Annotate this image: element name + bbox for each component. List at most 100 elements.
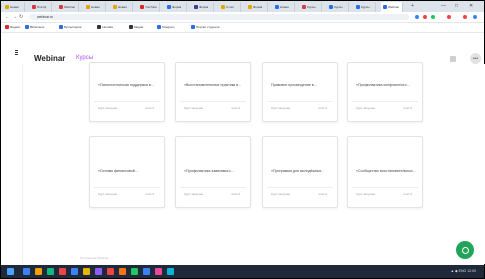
- browser-tab[interactable]: Новая: [84, 2, 106, 12]
- tab-label: Webinar: [388, 5, 400, 9]
- taskbar-app-icon[interactable]: [35, 268, 42, 275]
- tab-favicon-icon: [140, 5, 144, 9]
- course-status: Курс запущен: [184, 192, 204, 196]
- tab-label: Новая: [91, 5, 100, 9]
- card-divider: [94, 187, 160, 188]
- browser-tab[interactable]: Webinar: [381, 2, 403, 12]
- bookmark-item[interactable]: Яндекс: [5, 25, 20, 29]
- tab-label: Новая: [10, 5, 19, 9]
- browser-tab[interactable]: Форма: [192, 2, 214, 12]
- new-tab-button[interactable]: +: [411, 3, 414, 9]
- browser-tab[interactable]: Новая: [273, 2, 295, 12]
- taskbar-app-icon[interactable]: [155, 268, 162, 275]
- browser-tab[interactable]: Форма: [246, 2, 268, 12]
- course-stage: этап 2: [145, 106, 154, 110]
- course-card[interactable]: «Сообщество восстановительных... Курс зап…: [347, 136, 423, 208]
- extension-icon[interactable]: [415, 15, 419, 19]
- course-card[interactable]: «Восстановительные практики в... Курс зап…: [175, 62, 251, 122]
- browser-tab[interactable]: Платф: [30, 2, 52, 12]
- taskbar-app-icon[interactable]: [107, 268, 114, 275]
- bookmark-item[interactable]: ВКонтакте: [25, 25, 44, 29]
- apps-icon[interactable]: [450, 56, 456, 62]
- start-icon[interactable]: [7, 268, 14, 275]
- close-button[interactable]: ✕: [469, 3, 473, 9]
- course-card[interactable]: «Профилактика зависимого... Курс запущен э…: [175, 136, 251, 208]
- bookmark-icon: [97, 25, 101, 29]
- forward-icon[interactable]: →: [12, 14, 17, 20]
- card-divider: [267, 101, 333, 102]
- course-status: Курс запущен: [356, 106, 376, 110]
- course-status: Курс запущен: [271, 106, 291, 110]
- tab-label: Отчёт: [226, 5, 235, 9]
- nav-link-courses[interactable]: Курсы: [76, 55, 93, 61]
- minimize-button[interactable]: —: [441, 3, 446, 9]
- course-card[interactable]: «Программа для молодёжных... Курс запущен…: [262, 136, 338, 208]
- bookmark-label: Бухгалтерия: [64, 25, 82, 29]
- browser-tab-strip: Новая Платф Webinar Новая Новая YouTube Форма Ф…: [1, 1, 484, 12]
- course-card[interactable]: «Основы финансовой... Курс запущен этап 2: [89, 136, 165, 208]
- tab-favicon-icon: [194, 5, 198, 9]
- tab-favicon-icon: [113, 5, 117, 9]
- browser-tab[interactable]: Курсы: [354, 2, 376, 12]
- taskbar-app-icon[interactable]: [119, 268, 126, 275]
- taskbar-app-icon[interactable]: [143, 268, 150, 275]
- app-title: Webinar: [34, 54, 66, 63]
- bookmark-item[interactable]: Портал студента: [191, 25, 219, 29]
- tab-label: Платф: [37, 5, 47, 9]
- chat-icon: [461, 246, 469, 254]
- taskbar-app-icon[interactable]: [131, 268, 138, 275]
- profile-icon[interactable]: [473, 15, 477, 19]
- taskbar-app-icon[interactable]: [167, 268, 174, 275]
- browser-tab[interactable]: Отчёт: [219, 2, 241, 12]
- back-icon[interactable]: ←: [5, 14, 10, 20]
- tab-favicon-icon: [5, 5, 9, 9]
- course-title: «Программа для молодёжных...: [271, 169, 325, 173]
- course-stage: этап 2: [231, 106, 240, 110]
- taskbar-app-icon[interactable]: [95, 268, 102, 275]
- tab-favicon-icon: [248, 5, 252, 9]
- taskbar: ▲ ◆ ENG 12:00: [1, 265, 484, 278]
- browser-tab[interactable]: Курсы: [300, 2, 322, 12]
- course-stage: этап 2: [231, 192, 240, 196]
- maximize-button[interactable]: □: [455, 3, 458, 9]
- card-divider: [94, 101, 160, 102]
- avatar[interactable]: •••: [470, 53, 481, 64]
- reload-icon[interactable]: ↻: [19, 14, 23, 20]
- browser-tab[interactable]: Новая: [3, 2, 25, 12]
- bookmark-label: Портал студента: [196, 25, 220, 29]
- bookmark-item[interactable]: Lamoda: [97, 25, 113, 29]
- extension-icon[interactable]: [431, 15, 435, 19]
- chat-button[interactable]: [456, 241, 474, 259]
- bookmarks-bar: Яндекс ВКонтакте Бухгалтерия Lamoda Медиа Tel…: [1, 23, 484, 33]
- tab-favicon-icon: [302, 5, 306, 9]
- taskbar-app-icon[interactable]: [23, 268, 30, 275]
- taskbar-app-icon[interactable]: [71, 268, 78, 275]
- taskbar-app-icon[interactable]: [47, 268, 54, 275]
- browser-tab[interactable]: YouTube: [138, 2, 160, 12]
- bookmark-label: Яндекс: [10, 25, 21, 29]
- extension-icon[interactable]: [447, 15, 451, 19]
- card-divider: [180, 101, 246, 102]
- bookmark-item[interactable]: Telegram: [157, 25, 174, 29]
- taskbar-app-icon[interactable]: [59, 268, 66, 275]
- browser-tab[interactable]: Webinar: [57, 2, 79, 12]
- extension-icon[interactable]: [463, 15, 467, 19]
- address-input[interactable]: webinar.ru: [29, 14, 409, 20]
- card-divider: [180, 187, 246, 188]
- course-card[interactable]: «Психологическая поддержка в... Курс запу…: [89, 62, 165, 122]
- menu-icon[interactable]: [15, 50, 18, 55]
- course-status: Курс запущен: [271, 192, 291, 196]
- extension-icon[interactable]: [423, 15, 427, 19]
- bookmark-item[interactable]: Бухгалтерия: [59, 25, 81, 29]
- tab-favicon-icon: [221, 5, 225, 9]
- card-divider: [267, 187, 333, 188]
- tab-label: Курсы: [361, 5, 370, 9]
- browser-tab[interactable]: Курсы: [327, 2, 349, 12]
- browser-tab[interactable]: Форма: [165, 2, 187, 12]
- browser-tab[interactable]: Новая: [111, 2, 133, 12]
- course-status: Курс запущен: [184, 106, 204, 110]
- course-card[interactable]: «Профилактика конфликтного... Курс запуще…: [347, 62, 423, 122]
- course-card[interactable]: Правовое просвещение в... Курс запущен эта…: [262, 62, 338, 122]
- taskbar-app-icon[interactable]: [83, 268, 90, 275]
- bookmark-item[interactable]: Медиа: [129, 25, 143, 29]
